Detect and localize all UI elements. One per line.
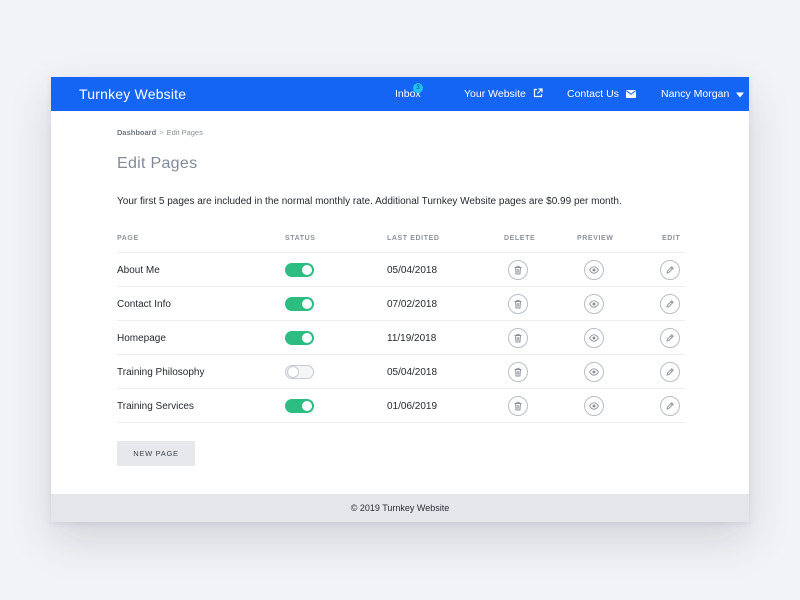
- preview-button[interactable]: [584, 294, 604, 314]
- toggle-knob: [302, 265, 312, 275]
- external-link-icon: [533, 88, 543, 98]
- nav-your-website-link[interactable]: Your Website: [464, 88, 543, 100]
- delete-button[interactable]: [508, 362, 528, 382]
- table-row: Training Services 01/06/2019: [117, 389, 685, 423]
- breadcrumb-dashboard-link[interactable]: Dashboard: [117, 128, 156, 137]
- table-row: Contact Info 07/02/2018: [117, 287, 685, 321]
- last-edited-date: 11/19/2018: [387, 333, 437, 344]
- toggle-knob: [302, 333, 312, 343]
- delete-button[interactable]: [508, 396, 528, 416]
- table-row: About Me 05/04/2018: [117, 253, 685, 287]
- breadcrumb: Dashboard > Edit Pages: [117, 128, 203, 137]
- caret-down-icon: [736, 92, 745, 98]
- edit-button[interactable]: [660, 260, 680, 280]
- edit-button[interactable]: [660, 328, 680, 348]
- pricing-note: Your first 5 pages are included in the n…: [117, 196, 622, 207]
- breadcrumb-separator: >: [159, 128, 164, 137]
- footer: © 2019 Turnkey Website: [51, 494, 749, 522]
- delete-button[interactable]: [508, 294, 528, 314]
- preview-button[interactable]: [584, 362, 604, 382]
- page-name[interactable]: About Me: [117, 265, 160, 276]
- user-menu[interactable]: Nancy Morgan: [661, 88, 745, 100]
- page-name[interactable]: Training Services: [117, 401, 194, 412]
- app-window: Turnkey Website Inbox 3 Your Website Con…: [51, 77, 749, 522]
- edit-button[interactable]: [660, 294, 680, 314]
- new-page-button[interactable]: NEW PAGE: [117, 441, 195, 466]
- page-name[interactable]: Homepage: [117, 333, 166, 344]
- delete-button[interactable]: [508, 328, 528, 348]
- last-edited-date: 07/02/2018: [387, 299, 438, 310]
- page-name[interactable]: Contact Info: [117, 299, 171, 310]
- nav-your-website-label: Your Website: [464, 88, 526, 100]
- top-navbar: Turnkey Website Inbox 3 Your Website Con…: [51, 77, 749, 111]
- nav-inbox-link[interactable]: Inbox 3: [395, 83, 423, 100]
- status-toggle[interactable]: [285, 331, 314, 345]
- brand-link[interactable]: Turnkey Website: [79, 86, 186, 102]
- status-toggle[interactable]: [285, 399, 314, 413]
- toggle-knob: [302, 401, 312, 411]
- page-name[interactable]: Training Philosophy: [117, 367, 204, 378]
- inbox-count-badge: 3: [413, 83, 423, 93]
- pages-table: PAGE STATUS LAST EDITED DELETE PREVIEW E…: [117, 229, 685, 423]
- last-edited-date: 05/04/2018: [387, 265, 438, 276]
- nav-contact-us-label: Contact Us: [567, 88, 619, 100]
- status-toggle[interactable]: [285, 365, 314, 379]
- envelope-icon: [625, 90, 636, 98]
- preview-button[interactable]: [584, 396, 604, 416]
- table-header: PAGE STATUS LAST EDITED DELETE PREVIEW E…: [117, 229, 685, 253]
- edit-button[interactable]: [660, 362, 680, 382]
- edit-button[interactable]: [660, 396, 680, 416]
- header-edit: EDIT: [662, 235, 681, 242]
- header-delete: DELETE: [504, 235, 536, 242]
- last-edited-date: 05/04/2018: [387, 367, 438, 378]
- header-page: PAGE: [117, 235, 139, 242]
- table-row: Homepage 11/19/2018: [117, 321, 685, 355]
- footer-copyright: © 2019 Turnkey Website: [350, 503, 450, 513]
- delete-button[interactable]: [508, 260, 528, 280]
- header-preview: PREVIEW: [577, 235, 614, 242]
- breadcrumb-current: Edit Pages: [166, 128, 203, 137]
- page-title: Edit Pages: [117, 155, 198, 172]
- status-toggle[interactable]: [285, 263, 314, 277]
- preview-button[interactable]: [584, 260, 604, 280]
- toggle-knob: [288, 367, 298, 377]
- header-status: STATUS: [285, 235, 316, 242]
- nav-contact-us-link[interactable]: Contact Us: [567, 88, 636, 100]
- table-body: About Me 05/04/2018 Contact Info 07/02/2018…: [117, 253, 685, 423]
- preview-button[interactable]: [584, 328, 604, 348]
- table-row: Training Philosophy 05/04/2018: [117, 355, 685, 389]
- last-edited-date: 01/06/2019: [387, 401, 438, 412]
- header-last-edited: LAST EDITED: [387, 235, 440, 242]
- toggle-knob: [302, 299, 312, 309]
- status-toggle[interactable]: [285, 297, 314, 311]
- user-name: Nancy Morgan: [661, 88, 730, 100]
